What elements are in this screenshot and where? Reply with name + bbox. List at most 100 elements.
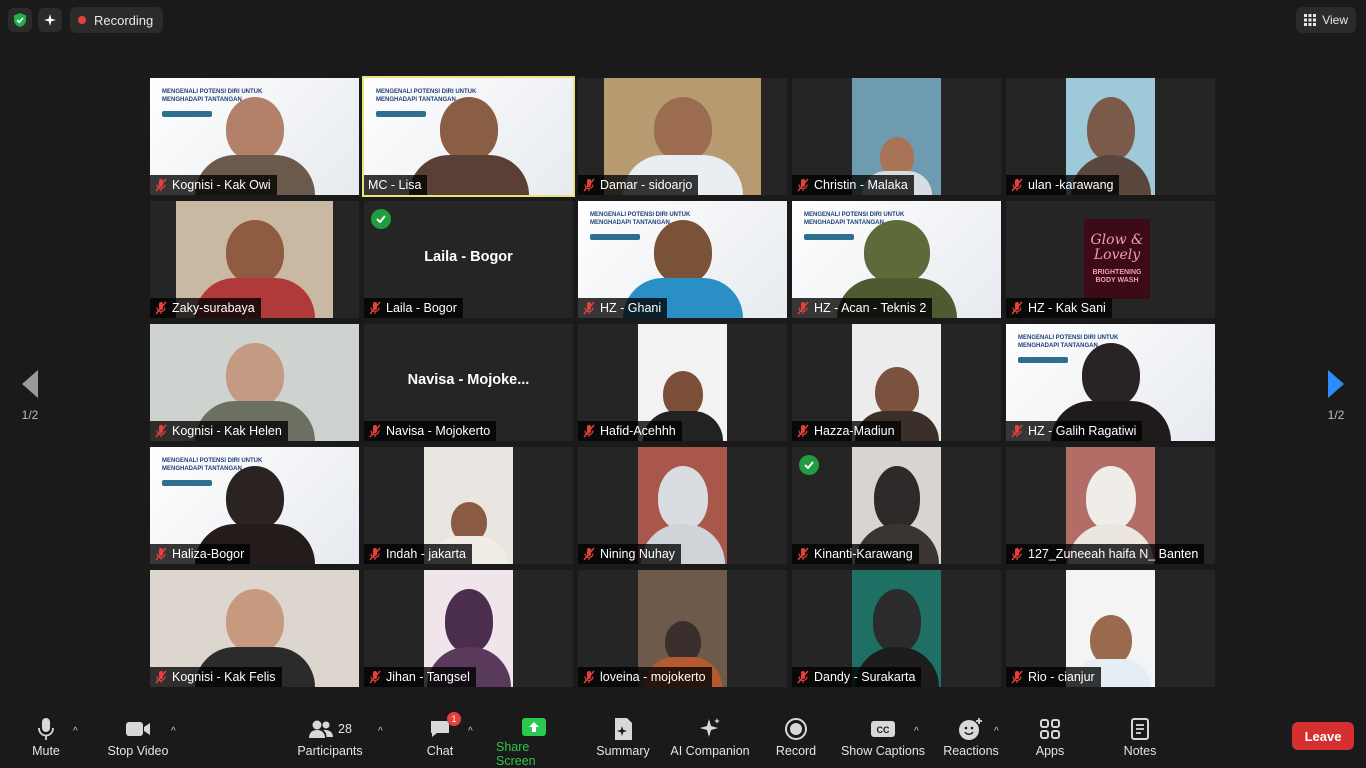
participant-tile[interactable]: Damar - sidoarjo bbox=[578, 78, 787, 195]
name-tag: Damar - sidoarjo bbox=[578, 175, 699, 195]
video-options-caret-icon[interactable]: ^ bbox=[171, 726, 176, 737]
arrow-left-icon bbox=[22, 370, 38, 398]
chat-options-caret-icon[interactable]: ^ bbox=[468, 726, 473, 737]
participant-tile[interactable]: Dandy - Surakarta bbox=[792, 570, 1001, 687]
name-tag: Hazza-Madiun bbox=[792, 421, 901, 441]
mic-muted-icon bbox=[154, 670, 168, 684]
participant-tile[interactable]: Nining Nuhay bbox=[578, 447, 787, 564]
participant-tile[interactable]: loveina - mojokerto bbox=[578, 570, 787, 687]
view-button[interactable]: View bbox=[1296, 7, 1356, 33]
record-label: Record bbox=[775, 744, 817, 758]
participant-tile[interactable]: MENGENALI POTENSI DIRI UNTUK MENGHADAPI T… bbox=[150, 78, 359, 195]
participant-tile[interactable]: MENGENALI POTENSI DIRI UNTUK MENGHADAPI T… bbox=[150, 447, 359, 564]
mic-muted-icon bbox=[368, 547, 382, 561]
video-off-name: Navisa - Mojoke... bbox=[407, 372, 530, 388]
participant-tile[interactable]: 127_Zuneeah haifa N_ Banten bbox=[1006, 447, 1215, 564]
top-bar: Recording View bbox=[0, 0, 1366, 40]
mic-muted-icon bbox=[154, 178, 168, 192]
participant-tile[interactable]: Hafid-Acehhh bbox=[578, 324, 787, 441]
previous-page-button[interactable]: 1/2 bbox=[10, 370, 50, 422]
mic-muted-icon bbox=[368, 424, 382, 438]
recording-indicator[interactable]: Recording bbox=[70, 7, 164, 33]
participant-tile[interactable]: Kinanti-Karawang bbox=[792, 447, 1001, 564]
mic-muted-icon bbox=[796, 547, 810, 561]
participant-tile[interactable]: Laila - Bogor Laila - Bogor bbox=[364, 201, 573, 318]
apps-button[interactable]: Apps bbox=[1030, 710, 1070, 768]
name-tag: Navisa - Mojokerto bbox=[364, 421, 497, 441]
participant-tile[interactable]: MENGENALI POTENSI DIRI UNTUK MENGHADAPI T… bbox=[1006, 324, 1215, 441]
brand-subtitle: BRIGHTENING BODY WASH bbox=[1092, 269, 1142, 284]
participant-tile[interactable]: Rio - cianjur bbox=[1006, 570, 1215, 687]
video-camera-icon bbox=[125, 716, 151, 742]
name-tag: loveina - mojokerto bbox=[578, 667, 712, 687]
ai-companion-sparkle-icon bbox=[698, 716, 722, 742]
participant-tile[interactable]: Kognisi - Kak Helen bbox=[150, 324, 359, 441]
page-indicator-right: 1/2 bbox=[1327, 408, 1345, 422]
name-tag: Jihan - Tangsel bbox=[364, 667, 476, 687]
participants-button[interactable]: 28 Participants bbox=[296, 710, 364, 768]
captions-options-caret-icon[interactable]: ^ bbox=[914, 726, 919, 737]
name-tag: Rio - cianjur bbox=[1006, 667, 1101, 687]
next-page-button[interactable]: 1/2 bbox=[1316, 370, 1356, 422]
participant-tile[interactable]: Indah - jakarta bbox=[364, 447, 573, 564]
stop-video-button[interactable]: Stop Video bbox=[104, 710, 172, 768]
mic-muted-icon bbox=[582, 301, 596, 315]
participant-tile[interactable]: Navisa - Mojoke... Navisa - Mojokerto bbox=[364, 324, 573, 441]
mic-muted-icon bbox=[1010, 670, 1024, 684]
arrow-right-icon bbox=[1328, 370, 1344, 398]
mic-muted-icon bbox=[154, 301, 168, 315]
encryption-shield-icon[interactable] bbox=[8, 8, 32, 32]
show-captions-button[interactable]: CC Show Captions bbox=[840, 710, 926, 768]
participant-tile[interactable]: ulan -karawang bbox=[1006, 78, 1215, 195]
name-tag: Kognisi - Kak Owi bbox=[150, 175, 277, 195]
ai-sparkle-icon[interactable] bbox=[38, 8, 62, 32]
checkmark-icon bbox=[371, 209, 391, 229]
checkmark-icon bbox=[799, 455, 819, 475]
name-tag: 127_Zuneeah haifa N_ Banten bbox=[1006, 544, 1205, 564]
participants-count: 28 bbox=[338, 722, 352, 736]
name-tag: Dandy - Surakarta bbox=[792, 667, 922, 687]
participant-tile[interactable]: Kognisi - Kak Felis bbox=[150, 570, 359, 687]
reactions-smiley-icon bbox=[958, 716, 984, 742]
name-tag: Christin - Malaka bbox=[792, 175, 914, 195]
participants-icon: 28 bbox=[308, 716, 352, 742]
reactions-options-caret-icon[interactable]: ^ bbox=[994, 726, 999, 737]
chat-label: Chat bbox=[426, 744, 454, 758]
chat-button[interactable]: 1 Chat bbox=[420, 710, 461, 768]
participant-tile[interactable]: Christin - Malaka bbox=[792, 78, 1001, 195]
mute-options-caret-icon[interactable]: ^ bbox=[73, 726, 78, 737]
mic-muted-icon bbox=[796, 670, 810, 684]
mic-muted-icon bbox=[582, 547, 596, 561]
name-tag: ulan -karawang bbox=[1006, 175, 1120, 195]
participant-tile[interactable]: MENGENALI POTENSI DIRI UNTUK MENGHADAPI T… bbox=[578, 201, 787, 318]
summary-button[interactable]: Summary bbox=[594, 710, 652, 768]
participant-tile-active-speaker[interactable]: MENGENALI POTENSI DIRI UNTUK MENGHADAPI T… bbox=[362, 76, 575, 197]
participant-tile[interactable]: Hazza-Madiun bbox=[792, 324, 1001, 441]
mic-muted-icon bbox=[582, 670, 596, 684]
participant-tile[interactable]: MENGENALI POTENSI DIRI UNTUK MENGHADAPI T… bbox=[792, 201, 1001, 318]
mic-muted-icon bbox=[1010, 178, 1024, 192]
mute-button[interactable]: Mute bbox=[26, 710, 66, 768]
participant-tile[interactable]: Glow & Lovely BRIGHTENING BODY WASH HZ -… bbox=[1006, 201, 1215, 318]
notes-button[interactable]: Notes bbox=[1118, 710, 1162, 768]
leave-button[interactable]: Leave bbox=[1292, 722, 1354, 750]
mic-muted-icon bbox=[796, 424, 810, 438]
reactions-button[interactable]: Reactions bbox=[942, 710, 1000, 768]
chat-unread-badge: 1 bbox=[447, 712, 461, 726]
name-tag: Indah - jakarta bbox=[364, 544, 472, 564]
share-screen-button[interactable]: Share Screen bbox=[496, 710, 572, 768]
mic-muted-icon bbox=[368, 301, 382, 315]
name-tag: Hafid-Acehhh bbox=[578, 421, 682, 441]
participant-tile[interactable]: Jihan - Tangsel bbox=[364, 570, 573, 687]
name-tag: Kognisi - Kak Helen bbox=[150, 421, 288, 441]
record-button[interactable]: Record bbox=[774, 710, 818, 768]
ai-companion-button[interactable]: AI Companion bbox=[668, 710, 752, 768]
meeting-toolbar: Mute ^ Stop Video ^ 28 Participants ^ 1 … bbox=[0, 710, 1366, 768]
mic-muted-icon bbox=[796, 301, 810, 315]
participants-options-caret-icon[interactable]: ^ bbox=[378, 726, 383, 737]
recording-dot-icon bbox=[78, 16, 86, 24]
view-label: View bbox=[1322, 13, 1348, 27]
participant-tile[interactable]: Zaky-surabaya bbox=[150, 201, 359, 318]
notes-icon bbox=[1130, 716, 1150, 742]
video-off-name: Laila - Bogor bbox=[424, 249, 513, 265]
